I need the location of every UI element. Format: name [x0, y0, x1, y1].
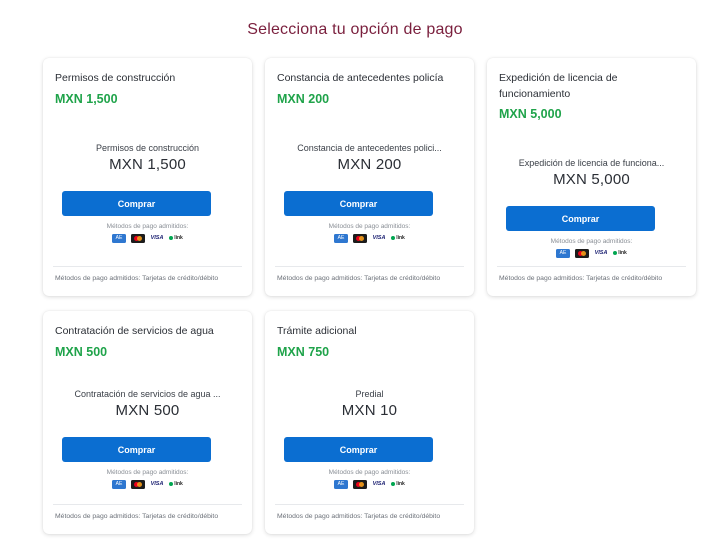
payment-widget-name: Constancia de antecedentes polici...	[297, 143, 442, 153]
product-card: Permisos de construcción MXN 1,500 Permi…	[43, 58, 252, 296]
card-title: Trámite adicional	[277, 325, 357, 337]
card-price: MXN 500	[55, 345, 108, 359]
mastercard-icon	[353, 479, 367, 489]
payment-methods-icons: AE VISA link	[265, 479, 474, 489]
payment-widget-amount: MXN 5,000	[553, 171, 630, 188]
mastercard-icon	[353, 233, 367, 243]
visa-icon: VISA	[150, 481, 164, 487]
payment-methods-icons: AE VISA link	[487, 248, 696, 258]
link-icon: link	[169, 234, 183, 243]
buy-button[interactable]: Comprar	[62, 191, 211, 216]
payment-methods-label: Métodos de pago admitidos:	[328, 223, 411, 230]
visa-icon: VISA	[150, 235, 164, 241]
payment-widget-name: Predial	[355, 389, 384, 399]
buy-button[interactable]: Comprar	[62, 437, 211, 462]
payment-methods-label: Métodos de pago admitidos:	[106, 469, 189, 476]
card-footer: Métodos de pago admitidos: Tarjetas de c…	[55, 275, 219, 282]
payment-widget-amount: MXN 10	[341, 402, 398, 419]
mastercard-icon	[575, 248, 589, 258]
payment-widget-amount: MXN 200	[337, 156, 402, 173]
mastercard-icon	[131, 233, 145, 243]
product-card: Expedición de licencia de funcionamiento…	[487, 58, 696, 296]
card-price: MXN 5,000	[499, 107, 562, 121]
amex-icon: AE	[112, 233, 126, 243]
product-card: Constancia de antecedentes policía MXN 2…	[265, 58, 474, 296]
product-card: Trámite adicional MXN 750 Predial MXN 10…	[265, 311, 474, 534]
link-icon: link	[613, 249, 627, 258]
card-divider	[275, 504, 464, 505]
card-divider	[275, 266, 464, 267]
card-price: MXN 1,500	[55, 92, 118, 106]
payment-methods-icons: AE VISA link	[265, 233, 474, 243]
visa-icon: VISA	[594, 250, 608, 256]
buy-button[interactable]: Comprar	[284, 437, 433, 462]
link-icon: link	[391, 480, 405, 489]
product-card: Contratación de servicios de agua MXN 50…	[43, 311, 252, 534]
visa-icon: VISA	[372, 481, 386, 487]
buy-button[interactable]: Comprar	[284, 191, 433, 216]
page-title: Selecciona tu opción de pago	[247, 21, 463, 38]
card-title: Permisos de construcción	[55, 72, 176, 84]
payment-widget-name: Contratación de servicios de agua ...	[74, 389, 221, 399]
card-footer: Métodos de pago admitidos: Tarjetas de c…	[499, 275, 663, 282]
card-footer: Métodos de pago admitidos: Tarjetas de c…	[55, 513, 219, 520]
link-icon: link	[169, 480, 183, 489]
card-divider	[53, 504, 242, 505]
card-footer: Métodos de pago admitidos: Tarjetas de c…	[277, 275, 441, 282]
card-divider	[53, 266, 242, 267]
amex-icon: AE	[556, 248, 570, 258]
card-price: MXN 200	[277, 92, 330, 106]
payment-methods-label: Métodos de pago admitidos:	[106, 223, 189, 230]
amex-icon: AE	[112, 479, 126, 489]
payment-widget-name: Permisos de construcción	[95, 143, 200, 153]
amex-icon: AE	[334, 479, 348, 489]
amex-icon: AE	[334, 233, 348, 243]
card-title: Contratación de servicios de agua	[55, 325, 214, 337]
buy-button[interactable]: Comprar	[506, 206, 655, 231]
payment-methods-icons: AE VISA link	[43, 233, 252, 243]
payment-methods-label: Métodos de pago admitidos:	[328, 469, 411, 476]
card-price: MXN 750	[277, 345, 330, 359]
card-footer: Métodos de pago admitidos: Tarjetas de c…	[277, 513, 441, 520]
card-title: Expedición de licencia de funcionamiento	[499, 72, 618, 100]
visa-icon: VISA	[372, 235, 386, 241]
payment-methods-label: Métodos de pago admitidos:	[550, 238, 633, 245]
link-icon: link	[391, 234, 405, 243]
card-divider	[497, 266, 686, 267]
mastercard-icon	[131, 479, 145, 489]
payment-methods-icons: AE VISA link	[43, 479, 252, 489]
payment-widget-amount: MXN 500	[115, 402, 180, 419]
payment-widget-name: Expedición de licencia de funciona...	[518, 158, 665, 168]
payment-widget-amount: MXN 1,500	[109, 156, 186, 173]
card-title: Constancia de antecedentes policía	[277, 72, 444, 84]
